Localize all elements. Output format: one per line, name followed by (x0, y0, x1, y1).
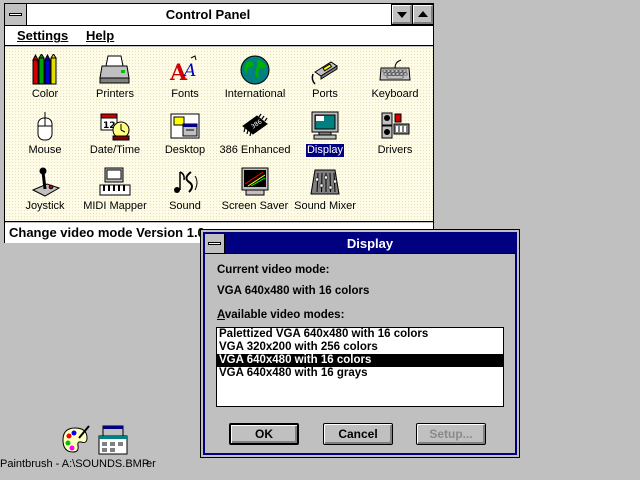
chip-icon: 386 (242, 113, 268, 137)
cp-item-joystick[interactable]: Joystick (7, 166, 83, 220)
cp-item-international[interactable]: International (217, 54, 293, 108)
joystick-icon (31, 167, 61, 197)
color-icon (32, 54, 57, 85)
sound-icon (174, 171, 198, 193)
cp-item-printers[interactable]: Printers (77, 54, 153, 108)
menu-help[interactable]: Help (86, 28, 114, 43)
screen-saver-icon (241, 167, 269, 196)
cp-item-keyboard[interactable]: Keyboard (357, 54, 433, 108)
paintbrush-icon (62, 425, 90, 453)
cp-item-label: Drivers (377, 144, 413, 156)
video-mode-item[interactable]: VGA 320x200 with 256 colors (217, 341, 503, 354)
minimize-button[interactable] (391, 4, 413, 25)
control-panel-window: Control Panel Settings Help Color Printe… (4, 3, 434, 243)
cp-item-label: Fonts (171, 88, 199, 100)
cp-item-desktop[interactable]: Desktop (147, 110, 223, 164)
maximize-arrow-icon (418, 11, 428, 17)
cancel-button[interactable]: Cancel (323, 423, 393, 445)
cp-item-mouse[interactable]: Mouse (7, 110, 83, 164)
cp-item-label: Sound (169, 200, 201, 212)
monitor-icon (311, 111, 339, 140)
program-manager-icon (98, 425, 128, 455)
video-mode-item[interactable]: VGA 640x480 with 16 grays (217, 367, 503, 380)
cp-item-display[interactable]: Display (287, 110, 363, 164)
menu-bar: Settings Help (5, 26, 433, 46)
cp-item-sound[interactable]: Sound (147, 166, 223, 220)
cp-item-drivers[interactable]: Drivers (357, 110, 433, 164)
minimize-arrow-icon (397, 12, 407, 18)
video-mode-item[interactable]: Palettized VGA 640x480 with 16 colors (217, 328, 503, 341)
globe-icon (240, 55, 270, 85)
cp-item-label: Sound Mixer (294, 200, 356, 212)
control-panel-titlebar[interactable]: Control Panel (5, 4, 434, 26)
cp-item-sound-mixer[interactable]: Sound Mixer (287, 166, 363, 220)
cp-item-label: Display (305, 144, 345, 157)
mouse-icon (37, 112, 53, 141)
desktop-icon-label-truncated: er (146, 458, 156, 470)
cp-item-label: Mouse (28, 144, 62, 156)
mixer-icon (310, 169, 340, 195)
cp-item-label: Date/Time (89, 144, 141, 156)
cp-item-label: MIDI Mapper (83, 200, 147, 212)
ports-icon (311, 61, 338, 85)
cp-item-label: Keyboard (371, 88, 419, 100)
dialog-title: Display (346, 236, 394, 251)
system-menu-button[interactable] (5, 4, 27, 25)
cp-item-midi-mapper[interactable]: MIDI Mapper (77, 166, 153, 220)
printer-icon (99, 55, 130, 84)
video-modes-listbox[interactable]: Palettized VGA 640x480 with 16 colors VGA… (216, 327, 504, 407)
midi-icon (99, 167, 131, 196)
desktop-icon-program[interactable] (96, 424, 130, 456)
cp-item-label: Ports (312, 88, 338, 100)
cp-item-label: Screen Saver (221, 200, 289, 212)
calendar-clock-icon: 12 (100, 113, 130, 141)
fonts-icon: A A (169, 55, 197, 86)
cp-item-label: Desktop (164, 144, 206, 156)
dialog-system-menu-button[interactable] (205, 234, 225, 253)
control-panel-icon-area: Color Printers A A Fonts International P… (5, 47, 433, 222)
window-title: Control Panel (165, 7, 251, 22)
cp-item-screen-saver[interactable]: Screen Saver (217, 166, 293, 220)
display-dialog: Display Current video mode: VGA 640x480 … (200, 229, 520, 458)
svg-text:A: A (182, 61, 196, 81)
display-dialog-titlebar[interactable]: Display (205, 234, 515, 254)
desktop-icon (170, 113, 200, 139)
cp-item-ports[interactable]: Ports (287, 54, 363, 108)
desktop-icon-label: Paintbrush - A:\SOUNDS.BMP (0, 458, 150, 470)
cp-item-color[interactable]: Color (7, 54, 83, 108)
current-mode-label: Current video mode: (217, 264, 330, 276)
cp-item-datetime[interactable]: 12 Date/Time (77, 110, 153, 164)
available-modes-label-rest: vailable video modes: (224, 309, 345, 321)
keyboard-icon (379, 59, 411, 81)
cp-item-label: 386 Enhanced (219, 144, 291, 156)
drivers-icon (381, 112, 410, 139)
video-mode-item[interactable]: VGA 640x480 with 16 colors (217, 354, 503, 367)
cp-item-fonts[interactable]: A A Fonts (147, 54, 223, 108)
cp-item-386-enhanced[interactable]: 386 386 Enhanced (217, 110, 293, 164)
cp-item-label: Color (31, 88, 59, 100)
maximize-button[interactable] (412, 4, 434, 25)
setup-button[interactable]: Setup... (416, 423, 486, 445)
cp-item-label: International (224, 88, 286, 100)
available-modes-label: Available video modes: (217, 309, 345, 321)
menu-settings[interactable]: Settings (17, 28, 68, 43)
ok-button[interactable]: OK (229, 423, 299, 445)
current-mode-value: VGA 640x480 with 16 colors (217, 285, 370, 297)
cp-item-label: Printers (96, 88, 134, 100)
cp-item-label: Joystick (25, 200, 65, 212)
